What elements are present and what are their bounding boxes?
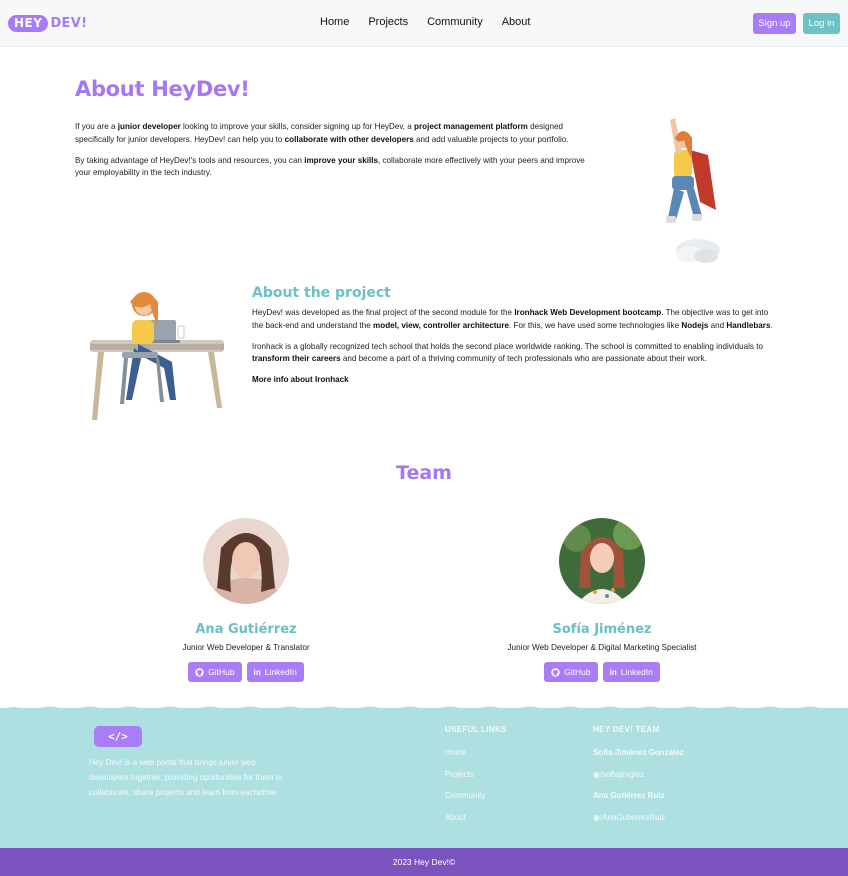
logo-dev: DEV! [50, 15, 88, 31]
project-text: HeyDev! was developed as the final proje… [252, 307, 780, 395]
footer-link-projects[interactable]: Projects [445, 770, 485, 792]
useful-links-title: USEFUL LINKS [445, 725, 507, 734]
about-paragraph-2: By taking advantage of HeyDev!'s tools a… [75, 155, 585, 178]
nav-links: Home Projects Community About [320, 16, 549, 28]
useful-links-list: Home Projects Community About [445, 748, 485, 835]
team-links-list: Sofía Jiménez González ◉/sofiajimglez An… [593, 748, 684, 835]
linkedin-icon: in [609, 667, 617, 677]
member-name: Sofía Jiménez [552, 622, 652, 637]
signup-button[interactable]: Sign up [753, 13, 796, 34]
member-links: GitHub in LinkedIn [452, 662, 752, 682]
linkedin-button[interactable]: in LinkedIn [602, 662, 660, 682]
nav-home[interactable]: Home [320, 16, 349, 28]
girl-at-desk-illustration [90, 292, 224, 420]
linkedin-button[interactable]: in LinkedIn [246, 662, 304, 682]
footer-code-logo[interactable]: </> [94, 726, 142, 747]
footer-link-about[interactable]: About [445, 813, 485, 835]
about-text: If you are a junior developer looking to… [75, 121, 600, 188]
linkedin-icon: in [253, 667, 261, 677]
footer-github-sofia[interactable]: ◉/sofiajimglez [593, 770, 684, 792]
about-paragraph-1: If you are a junior developer looking to… [75, 122, 569, 144]
member-links: GitHub in LinkedIn [96, 662, 396, 682]
avatar-ana [203, 518, 289, 618]
ironhack-info-link[interactable]: More info about Ironhack [252, 375, 349, 384]
about-title: About HeyDev! [75, 77, 250, 101]
footer-description: Hey Dev! is a web portal that brings jun… [89, 758, 283, 797]
project-paragraph-2: Ironhack is a globally recognized tech s… [252, 341, 763, 364]
footer-link-community[interactable]: Community [445, 791, 485, 813]
github-button[interactable]: GitHub [188, 662, 242, 682]
footer-member-ana: Ana Gutiérrez Ruiz [593, 791, 665, 801]
footer-github-ana[interactable]: ◉/AnaGutierrezRuiz [593, 813, 684, 835]
nav-projects[interactable]: Projects [368, 16, 408, 28]
project-title: About the project [252, 285, 391, 301]
avatar-sofia [559, 518, 645, 604]
github-button[interactable]: GitHub [544, 662, 598, 682]
nav-community[interactable]: Community [427, 16, 483, 28]
footer-link-home[interactable]: Home [445, 748, 485, 770]
footer-wave-divider [0, 706, 848, 711]
heydev-logo[interactable]: HEY DEV! [8, 14, 87, 32]
navbar: HEY DEV! Home Projects Community About S… [0, 0, 848, 47]
nav-about[interactable]: About [502, 16, 531, 28]
member-role: Junior Web Developer & Digital Marketing… [507, 643, 697, 652]
footer-member-sofia: Sofía Jiménez González [593, 748, 684, 757]
copyright-bar: 2023 Hey Dev!© [0, 848, 848, 876]
project-paragraph-1: HeyDev! was developed as the final proje… [252, 308, 773, 330]
github-icon [195, 667, 204, 677]
member-role: Junior Web Developer & Translator [182, 643, 310, 652]
team-title: Team [396, 462, 452, 484]
flying-girl-illustration [666, 118, 720, 263]
github-icon: ◉ [593, 769, 600, 779]
github-icon [551, 667, 560, 677]
team-links-title: HEY DEV! TEAM [593, 725, 660, 734]
member-name: Ana Gutiérrez [195, 622, 297, 637]
team-member-card: Ana Gutiérrez Junior Web Developer & Tra… [96, 518, 396, 682]
login-button[interactable]: Log in [803, 13, 840, 34]
logo-hey: HEY [8, 14, 49, 32]
github-icon: ◉ [593, 813, 600, 823]
team-member-card: Sofía Jiménez Junior Web Developer & Dig… [452, 518, 752, 682]
